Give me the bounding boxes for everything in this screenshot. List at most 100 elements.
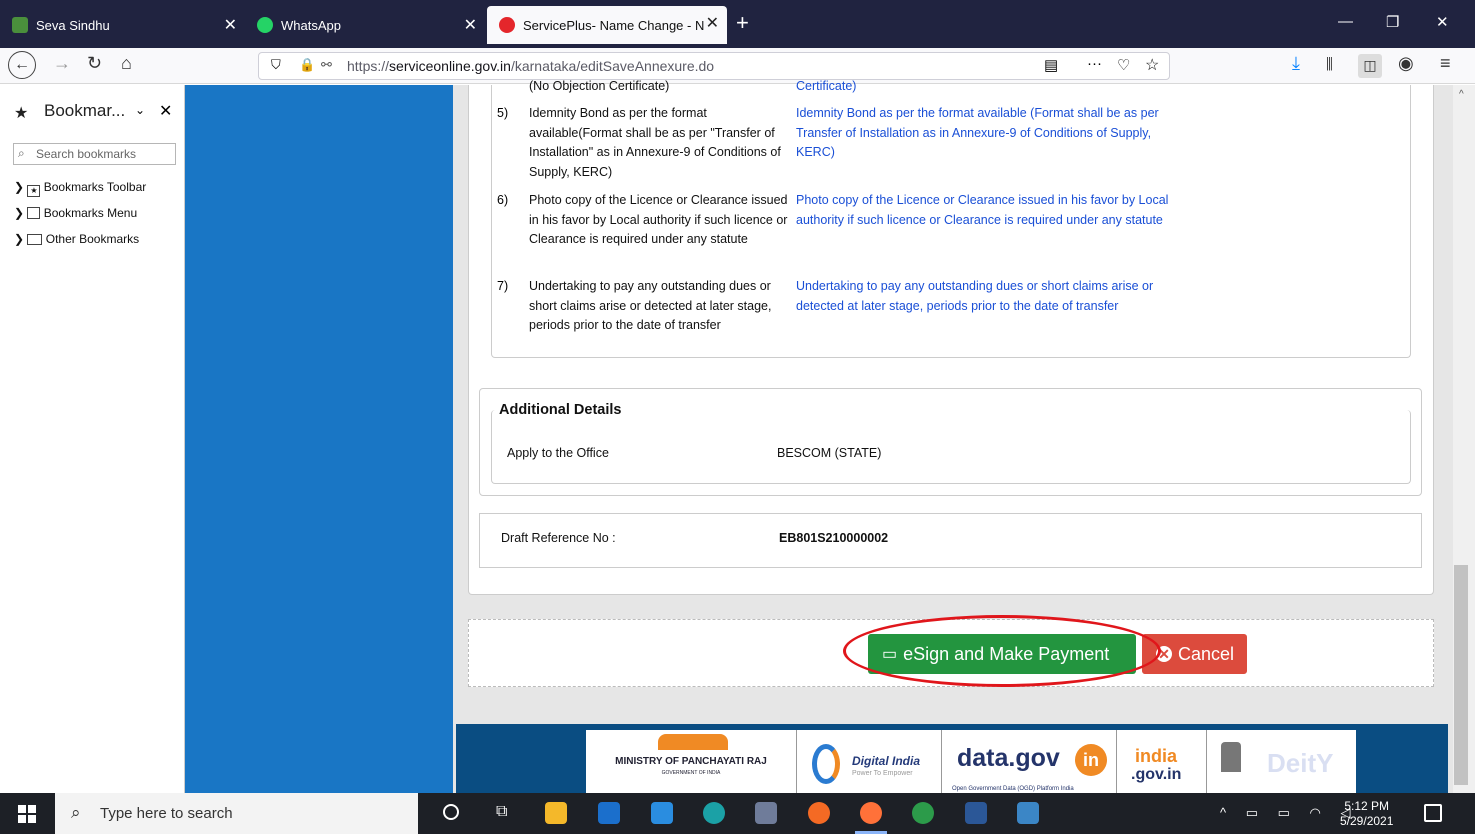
item-label: Bookmarks Menu [43,206,138,220]
windows-taskbar: ⌕ Type here to search ⧉ ^ ▭ ▭ ◠ ◁ 5:12 P… [0,793,1475,834]
app-icon[interactable] [755,802,777,824]
taskbar-search-input[interactable]: ⌕ Type here to search [55,793,418,834]
search-placeholder: Search bookmarks [36,147,137,161]
clock-date: 5/29/2021 [1340,814,1394,828]
search-bookmarks-input[interactable]: ⌕ Search bookmarks [13,143,176,165]
file-explorer-icon[interactable] [545,802,567,824]
folder-icon [27,234,43,245]
document-right-text: Photo copy of the Licence or Clearance i… [796,193,1169,227]
brave-icon[interactable] [808,802,830,824]
highlight-annotation-oval [843,615,1161,687]
digital-india-text: Digital India [852,754,921,768]
digital-india-emblem-icon [812,744,840,784]
search-icon: ⌕ [18,146,25,160]
url-path: /karnataka/editSaveAnnexure.do [510,58,715,74]
tab-serviceplus[interactable]: ServicePlus- Name Change - N ✕ [487,6,727,44]
task-view-icon[interactable]: ⧉ [496,803,507,821]
india-gov-logo[interactable]: india .gov.in [1116,730,1206,793]
page-actions-icon[interactable]: ··· [1087,55,1102,72]
pocket-icon[interactable]: ♡ [1117,56,1130,74]
panchayat-logo[interactable]: MINISTRY OF PANCHAYATI RAJ GOVERNMENT OF… [586,730,796,793]
data-gov-text: data.gov [957,744,1060,772]
close-tab-icon[interactable]: ✕ [706,13,719,33]
cortana-icon[interactable] [443,804,459,820]
reader-view-icon[interactable]: ▤ [1044,56,1058,74]
data-gov-logo[interactable]: data.gov in Open Government Data (OGD) P… [941,730,1116,793]
shield-icon[interactable]: ⛉ [271,57,281,73]
sidebar-title[interactable]: Bookmar... [44,101,125,121]
url-domain: serviceonline.gov.in [389,58,511,74]
notifications-icon[interactable] [1424,804,1442,822]
page-left-banner [185,85,453,793]
apply-office-label: Apply to the Office [507,446,609,460]
address-bar[interactable]: ⛉ 🔒 ⚯ https://serviceonline.gov.in/karna… [258,52,1170,80]
windows-start-icon[interactable] [18,805,36,823]
chevron-right-icon: ❯ [14,206,25,220]
clock-time: 5:12 PM [1344,799,1390,813]
chevron-right-icon: ❯ [14,232,25,246]
document-right-text: Certificate) [796,79,857,93]
emblem-icon [1221,742,1241,772]
bookmark-star-icon[interactable]: ☆ [1145,55,1159,75]
forward-icon[interactable]: → [53,53,71,74]
digital-india-logo[interactable]: Digital India Power To Empower [796,730,941,793]
lock-icon[interactable]: 🔒 [299,57,315,73]
account-icon[interactable]: ◉ [1398,53,1414,74]
url-prefix: https:// [347,58,390,74]
restore-icon[interactable]: ❐ [1386,13,1399,31]
edge-icon[interactable] [703,802,725,824]
additional-details-heading: Additional Details [499,402,628,418]
india-text: india [1135,746,1178,766]
mail-icon[interactable] [651,802,673,824]
taskbar-clock[interactable]: 5:12 PM 5/29/2021 [1340,799,1393,829]
document-right-text: Undertaking to pay any outstanding dues … [796,279,1154,313]
panchayat-subtext: GOVERNMENT OF INDIA [661,770,721,776]
tab-title: ServicePlus- Name Change - N [523,17,705,33]
menu-icon[interactable]: ≡ [1440,53,1451,74]
document-left-text: (No Objection Certificate) [529,79,670,93]
sidebar-item-bookmarks-toolbar[interactable]: ❯ ★ Bookmarks Toolbar [14,180,146,197]
tab-title: Seva Sindhu [36,17,110,33]
tab-title: WhatsApp [281,17,341,33]
document-left-text: Idemnity Bond as per the format availabl… [529,106,781,179]
taskbar-search-placeholder: Type here to search [100,805,233,822]
system-tray-icons[interactable]: ^ ▭ ▭ ◠ ◁ [1220,805,1358,821]
deity-text: DeitY [1267,748,1334,778]
sidebar-item-bookmarks-menu[interactable]: ❯ Bookmarks Menu [14,206,137,220]
back-icon[interactable]: ← [8,51,36,79]
firefox-icon[interactable] [860,802,882,824]
star-icon: ★ [14,105,29,122]
downloads-icon[interactable]: ⤓ [1292,53,1300,74]
word-icon[interactable] [965,802,987,824]
close-icon[interactable]: ✕ [159,101,172,121]
cancel-button-label: Cancel [1178,643,1235,664]
library-icon[interactable]: ⫼ [1326,56,1333,73]
permissions-icon[interactable]: ⚯ [321,57,332,73]
page-footer: MINISTRY OF PANCHAYATI RAJ GOVERNMENT OF… [456,724,1448,793]
bookmarks-sidebar: ★ Bookmar... ⌄ ✕ ⌕ Search bookmarks ❯ ★ … [0,85,185,793]
chrome-icon[interactable] [912,802,934,824]
sidebar-item-other-bookmarks[interactable]: ❯ Other Bookmarks [14,232,139,246]
tab-whatsapp[interactable]: WhatsApp ✕ [245,8,485,42]
reload-icon[interactable]: ↻ [87,53,102,74]
scroll-up-icon[interactable]: ^ [1459,89,1464,100]
store-icon[interactable] [598,802,620,824]
close-tab-icon[interactable]: ✕ [224,15,237,35]
home-icon[interactable]: ⌂ [121,53,132,74]
draft-reference-value: EB801S210000002 [779,531,889,545]
seva-sindhu-favicon-icon [12,17,28,33]
document-left-text: Photo copy of the Licence or Clearance i… [529,193,788,246]
minimize-icon[interactable]: — [1338,13,1353,30]
whatsapp-icon [257,17,273,33]
deity-logo[interactable]: DeitY [1206,730,1356,793]
new-tab-icon[interactable]: + [736,12,749,34]
scrollbar-thumb[interactable] [1454,565,1468,785]
close-window-icon[interactable]: ✕ [1436,13,1449,31]
chevron-down-icon[interactable]: ⌄ [135,103,145,117]
photos-icon[interactable] [1017,802,1039,824]
url-text[interactable]: https://serviceonline.gov.in/karnataka/e… [347,58,714,74]
sidebar-toggle-icon[interactable]: ◫ [1358,54,1382,78]
document-number: 6) [497,193,509,207]
close-tab-icon[interactable]: ✕ [464,15,477,35]
tab-seva-sindhu[interactable]: Seva Sindhu ✕ [0,8,245,42]
